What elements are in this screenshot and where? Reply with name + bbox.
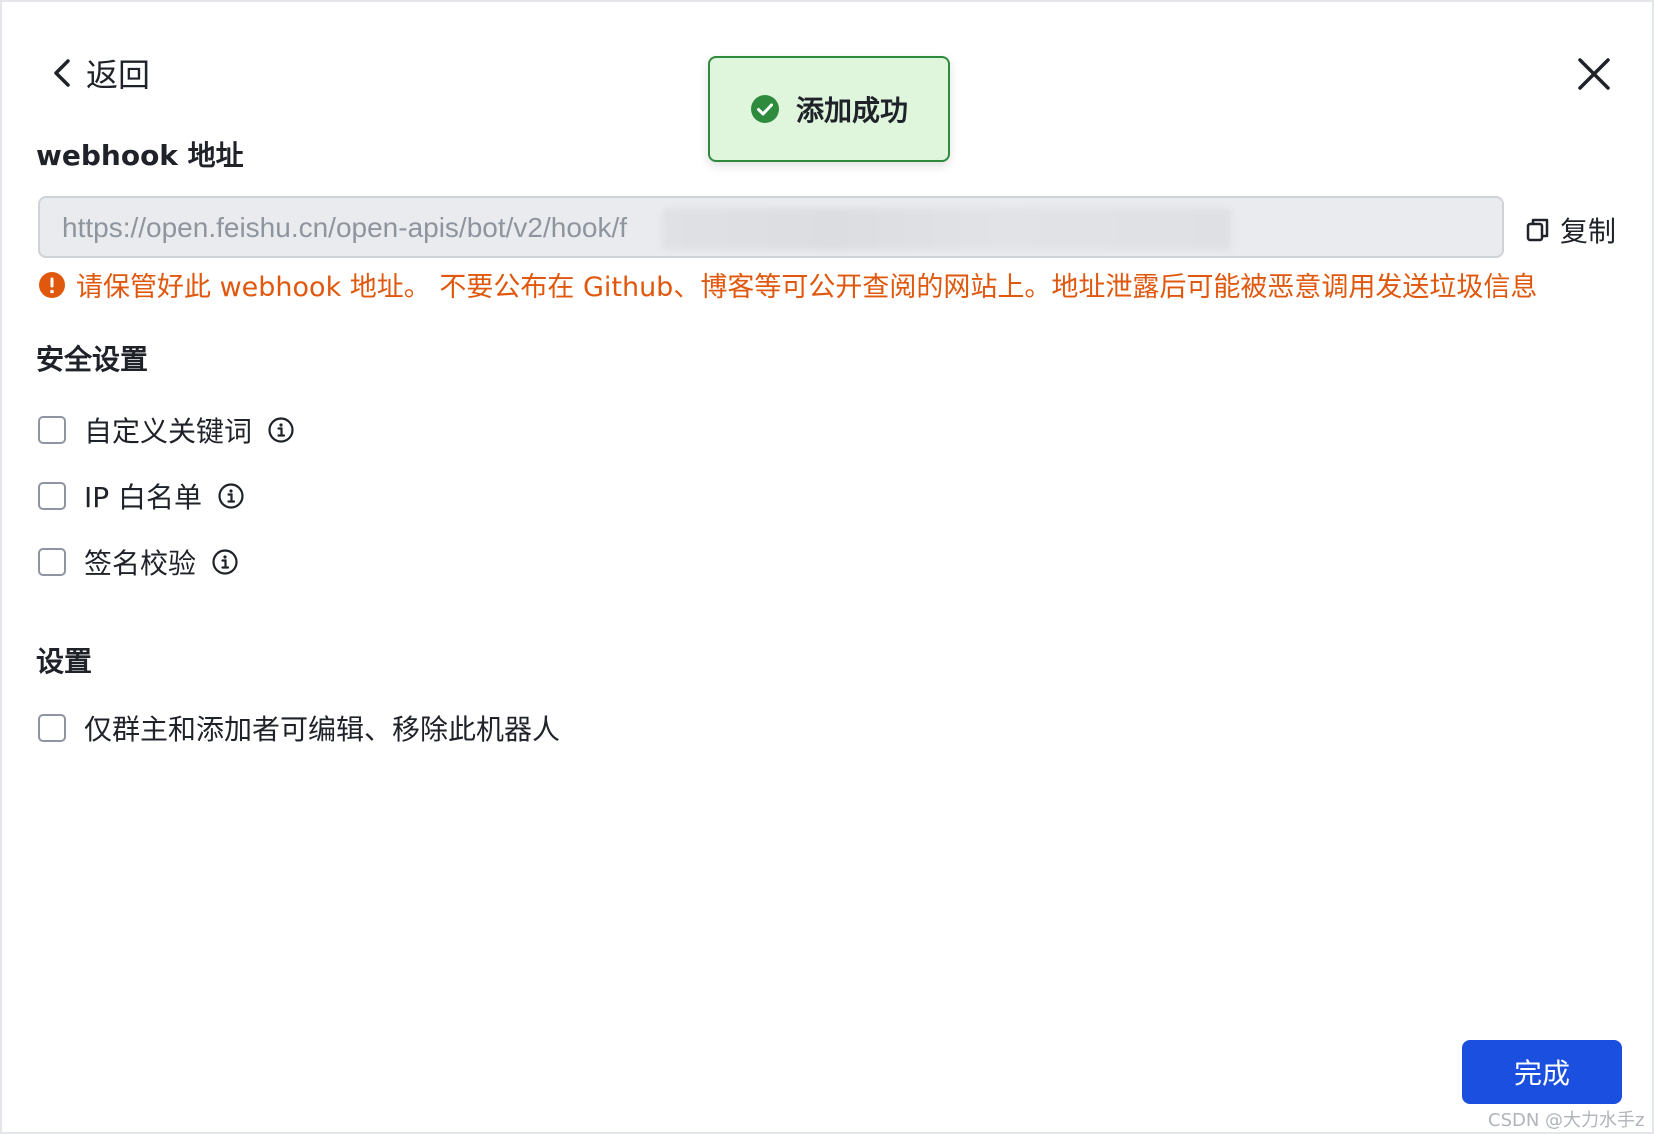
security-section-title: 安全设置 <box>36 343 149 376</box>
option-owner-only-edit[interactable]: 仅群主和添加者可编辑、移除此机器人 <box>38 708 560 748</box>
check-circle-icon <box>750 95 779 123</box>
info-icon[interactable] <box>268 417 294 443</box>
success-toast: 添加成功 <box>708 56 950 162</box>
copy-button[interactable]: 复制 <box>1526 210 1616 250</box>
redacted-url-area <box>662 208 1232 250</box>
settings-section-title: 设置 <box>36 645 93 678</box>
done-button[interactable]: 完成 <box>1462 1040 1622 1104</box>
webhook-warning: 请保管好此 webhook 地址。 不要公布在 Github、博客等可公开查阅的… <box>38 265 1537 304</box>
custom-keyword-checkbox[interactable] <box>38 416 66 444</box>
owner-only-edit-checkbox[interactable] <box>38 714 66 742</box>
webhook-url-field[interactable]: https://open.feishu.cn/open-apis/bot/v2/… <box>38 196 1504 258</box>
back-button[interactable]: 返回 <box>50 50 150 96</box>
chevron-left-icon <box>54 59 70 87</box>
option-signature-check[interactable]: 签名校验 <box>38 542 238 582</box>
option-custom-keyword[interactable]: 自定义关键词 <box>38 410 294 450</box>
watermark: CSDN @大力水手z <box>1488 1110 1645 1131</box>
webhook-url-text: https://open.feishu.cn/open-apis/bot/v2/… <box>62 212 628 243</box>
back-label: 返回 <box>86 56 151 94</box>
copy-icon <box>1526 218 1549 242</box>
webhook-config-panel: 返回 添加成功 webhook 地址 https://open.feishu.c… <box>0 0 1654 1134</box>
ip-whitelist-checkbox[interactable] <box>38 482 66 510</box>
close-button[interactable] <box>1574 54 1614 94</box>
copy-label: 复制 <box>1560 215 1617 248</box>
custom-keyword-label: 自定义关键词 <box>84 415 253 448</box>
owner-only-edit-label: 仅群主和添加者可编辑、移除此机器人 <box>84 713 561 746</box>
info-icon[interactable] <box>218 483 244 509</box>
ip-whitelist-label: IP 白名单 <box>84 481 203 514</box>
close-icon <box>1578 58 1610 90</box>
option-ip-whitelist[interactable]: IP 白名单 <box>38 476 244 516</box>
warning-text: 请保管好此 webhook 地址。 不要公布在 Github、博客等可公开查阅的… <box>76 272 1538 303</box>
toast-message: 添加成功 <box>795 94 908 127</box>
signature-check-label: 签名校验 <box>84 547 197 580</box>
warning-circle-icon <box>39 271 65 298</box>
signature-check-checkbox[interactable] <box>38 548 66 576</box>
info-icon[interactable] <box>212 549 238 575</box>
webhook-label: webhook 地址 <box>36 139 244 172</box>
